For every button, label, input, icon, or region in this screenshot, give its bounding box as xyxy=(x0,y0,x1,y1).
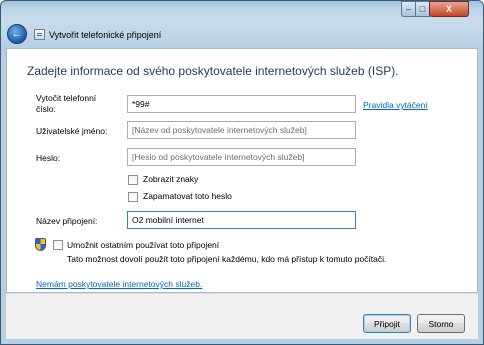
wizard-nav-bar: ← Vytvořit telefonické připojení xyxy=(1,19,483,49)
show-characters-checkbox[interactable] xyxy=(128,175,138,185)
phone-number-field[interactable]: *99# xyxy=(127,95,356,113)
connection-name-label: Název připojení: xyxy=(36,216,98,226)
show-characters-label[interactable]: Zobrazit znaky xyxy=(143,174,198,185)
minimize-button[interactable]: – xyxy=(401,1,416,17)
password-field[interactable]: [Heslo od poskytovatele internetových sl… xyxy=(127,148,356,166)
cancel-button[interactable]: Storno xyxy=(417,314,465,333)
connection-name-field[interactable]: O2 mobilní internet xyxy=(127,211,356,229)
allow-others-label[interactable]: Umožnit ostatním používat toto připojení xyxy=(67,240,219,251)
phone-label-line1: Vytočit telefonní xyxy=(36,93,97,103)
wizard-title: Vytvořit telefonické připojení xyxy=(49,30,162,40)
password-label: Heslo: xyxy=(36,153,61,163)
username-label: Uživatelské jméno: xyxy=(36,126,108,136)
no-isp-link[interactable]: Nemám poskytovatele internetových služeb… xyxy=(36,279,202,289)
uac-shield-icon xyxy=(35,238,46,251)
connect-button[interactable]: Připojit xyxy=(363,314,411,333)
remember-password-label[interactable]: Zapamatovat toto heslo xyxy=(143,191,232,202)
username-field[interactable]: [Název od poskytovatele internetových sl… xyxy=(127,121,356,139)
phone-label: Vytočit telefonní číslo: xyxy=(36,93,96,115)
page-heading: Zadejte informace od svého poskytovatele… xyxy=(27,64,399,78)
allow-others-checkbox[interactable] xyxy=(53,240,63,250)
dialing-rules-link[interactable]: Pravidla vytáčení xyxy=(363,100,428,110)
phone-label-line2: číslo: xyxy=(36,104,56,114)
back-button[interactable]: ← xyxy=(7,24,27,44)
title-bar[interactable]: – □ X xyxy=(1,1,483,19)
remember-password-checkbox[interactable] xyxy=(128,192,138,202)
back-arrow-icon: ← xyxy=(11,28,23,40)
dialup-connection-icon xyxy=(34,29,45,40)
close-button[interactable]: X xyxy=(429,1,469,17)
allow-others-description: Tato možnost dovolí použít toto připojen… xyxy=(67,254,387,264)
maximize-button[interactable]: □ xyxy=(415,1,430,17)
